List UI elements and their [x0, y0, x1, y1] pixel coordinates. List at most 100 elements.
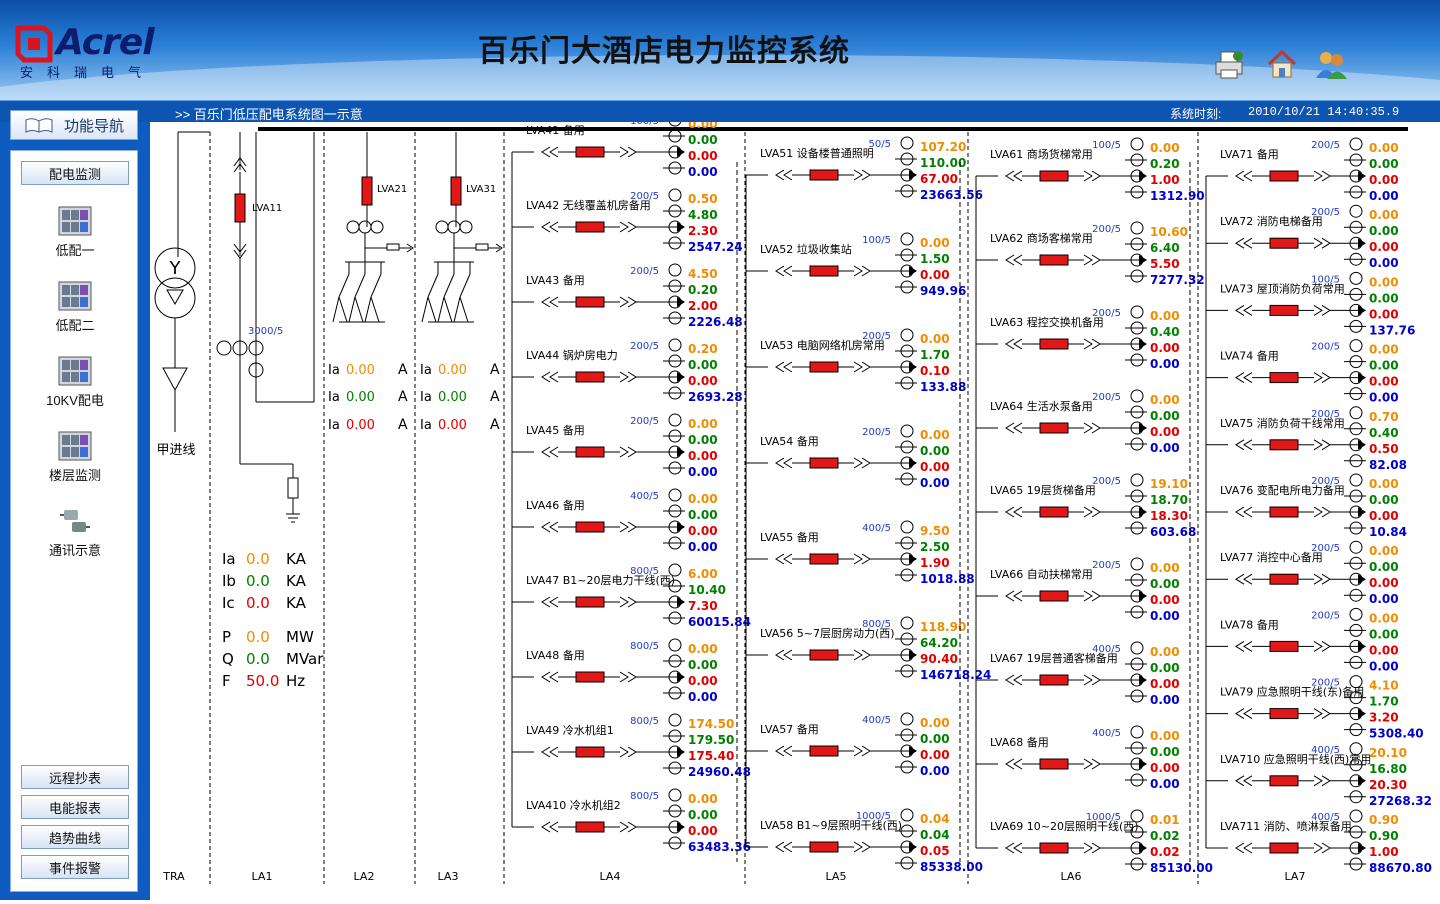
feeder-lva79[interactable]: LVA79 应急照明干线(东)备用200/5 4.10 1.70 3.20 5308.4…: [1206, 675, 1424, 741]
feeder-ct-ratio: 800/5: [630, 716, 659, 727]
feeder-breaker: [575, 596, 605, 608]
feeder-lva71[interactable]: LVA71 备用 200/5 0.00 0.00 0.00 0.00: [1206, 137, 1399, 203]
feeder-value-2: 0.40: [1369, 426, 1399, 440]
feeder-name: LVA57 备用: [760, 722, 819, 736]
disconnect-symbol: [1235, 170, 1253, 182]
feeder-lva63[interactable]: LVA63 程控交换机备用200/5 0.00 0.40 0.00 0.00: [976, 305, 1180, 371]
sidebar-item-5[interactable]: 通讯示意: [11, 506, 139, 559]
feeder-lva42[interactable]: LVA42 无线覆盖机房备用200/5 0.504.802.302547.24: [512, 188, 743, 254]
ct-symbol: [1349, 339, 1363, 353]
ct-symbol: [1130, 389, 1144, 403]
feeder-lva69[interactable]: LVA69 10~20层照明干线(西)1000/5 0.010.020.02851…: [976, 809, 1213, 875]
feeder-value-3: 0.02: [1150, 845, 1180, 859]
feeder-value-3: 20.30: [1369, 778, 1407, 792]
feeder-lva710[interactable]: LVA710 应急照明干线(西)常用400/5 20.10 16.80 20.30 27…: [1206, 742, 1432, 808]
feeder-value-2: 0.20: [1150, 157, 1180, 171]
feeder-lva51[interactable]: LVA51 设备楼普通照明50/5 107.20 110.00 67.00 23663.…: [746, 136, 983, 202]
sidebar-item-label: 通讯示意: [48, 543, 101, 558]
feeder-name: LVA54 备用: [760, 434, 819, 448]
feeder-lva78[interactable]: LVA78 备用 200/5 0.00 0.00 0.00 0.00: [1206, 607, 1399, 673]
home-icon[interactable]: [1265, 48, 1299, 80]
header: Acrel 安科瑞电气 百乐门大酒店电力监控系统: [0, 0, 1440, 100]
ct-symbol: [346, 220, 360, 234]
side-panel: 配电监测 低配一低配二 10KV配电 楼层监测通讯示意 远程抄表 电能报表 趋势曲线…: [10, 150, 138, 892]
disconnect-symbol: [853, 169, 871, 181]
feeder-lva55[interactable]: LVA55 备用 400/5 9.50 2.50 1.90 1018.88: [746, 520, 975, 586]
feeder-lva77[interactable]: LVA77 消控中心备用200/5 0.00 0.00 0.00 0.00: [1206, 540, 1399, 606]
feeder-value-3: 0.10: [920, 364, 950, 378]
la2-reading-value: 0.00: [346, 390, 375, 405]
feeder-ct-ratio: 200/5: [1092, 560, 1121, 571]
feeder-lva711[interactable]: LVA711 消防、喷淋泵备用400/5 0.900.901.0088670.80: [1206, 809, 1432, 875]
feeder-lva56[interactable]: LVA56 5~7层厨房动力(西)800/5 118.9064.2090.4014…: [746, 616, 991, 682]
feeder-value-1: 0.00: [1369, 275, 1399, 289]
event-alarm-button[interactable]: 事件报警: [21, 855, 129, 879]
feeder-lva64[interactable]: LVA64 生活水泵备用200/5 0.00 0.00 0.00 0.00: [976, 389, 1180, 455]
feeder-lva73[interactable]: LVA73 屋顶消防负荷常用100/5 0.000.000.00137.76: [1206, 271, 1415, 337]
feeder-lva61[interactable]: LVA61 商场货梯常用100/5 0.00 0.20 1.00 1312.90: [976, 137, 1205, 203]
sidebar-item-4[interactable]: 楼层监测: [11, 431, 139, 484]
power-monitor-button[interactable]: 配电监测: [21, 161, 129, 185]
feeder-lva62[interactable]: LVA62 商场客梯常用200/5 10.60 6.40 5.50 7277.32: [976, 221, 1205, 287]
disconnect-symbol: [1083, 758, 1101, 770]
feeder-lva65[interactable]: LVA65 19层货梯备用200/5 19.10 18.70 18.30 603.68: [976, 473, 1196, 539]
feeder-value-4: 0.00: [1369, 256, 1399, 270]
feeder-ct-ratio: 200/5: [1092, 476, 1121, 487]
feeder-lva54[interactable]: LVA54 备用 200/5 0.00 0.00 0.00 0.00: [746, 424, 950, 490]
disconnect-symbol: [619, 746, 637, 758]
printer-icon[interactable]: [1212, 48, 1246, 80]
feeder-value-1: 10.60: [1150, 225, 1188, 239]
sidebar-item-2[interactable]: 低配二: [11, 281, 139, 334]
feeder-lva48[interactable]: LVA48 备用 800/5 0.00 0.00 0.00 0.00: [512, 638, 718, 704]
feeder-lva45[interactable]: LVA45 备用 200/5 0.00 0.00 0.00 0.00: [512, 413, 718, 479]
feeder-lva76[interactable]: LVA76 变配电所电力备用200/5 0.000.000.0010.84: [1206, 473, 1407, 539]
feeder-lva410[interactable]: LVA410 冷水机组2 800/5 0.00 0.00 0.00 63483.36: [512, 788, 751, 854]
feeder-lva57[interactable]: LVA57 备用 400/5 0.00 0.00 0.00 0.00: [746, 712, 950, 778]
feeder-breaker: [1269, 506, 1299, 518]
feeder-lva68[interactable]: LVA68 备用 400/5 0.00 0.00 0.00 0.00: [976, 725, 1180, 791]
feeder-lva72[interactable]: LVA72 消防电梯备用200/5 0.00 0.00 0.00 0.00: [1206, 204, 1399, 270]
reading-name-ia: Ia: [222, 550, 236, 568]
disconnect-symbol: [1005, 758, 1023, 770]
feeder-lva44[interactable]: LVA44 锅炉房电力 200/5 0.20 0.00 0.00 2693.28: [512, 338, 743, 404]
trend-curve-button[interactable]: 趋势曲线: [21, 825, 129, 849]
feeder-value-4: 10.84: [1369, 525, 1407, 539]
main-busbar: [258, 127, 1408, 131]
sidebar-item-3[interactable]: 10KV配电: [11, 356, 139, 409]
feeder-value-2: 1.50: [920, 252, 950, 266]
feeder-lva53[interactable]: LVA53 电脑网络机房常用200/5 0.001.700.10133.88: [746, 328, 966, 394]
feeder-lva52[interactable]: LVA52 垃圾收集站 100/5 0.00 1.50 0.00 949.96: [746, 232, 966, 298]
feeder-name: LVA43 备用: [526, 273, 585, 287]
la2-reading-value: 0.00: [346, 418, 375, 433]
feeder-lva46[interactable]: LVA46 备用 400/5 0.00 0.00 0.00 0.00: [512, 488, 718, 554]
users-icon[interactable]: [1314, 48, 1348, 80]
feeder-breaker: [575, 671, 605, 683]
feeder-lva66[interactable]: LVA66 自动扶梯常用200/5 0.00 0.00 0.00 0.00: [976, 557, 1180, 623]
feeder-lva49[interactable]: LVA49 冷水机组1 800/5 174.50 179.50 175.40 24960.…: [512, 713, 751, 779]
reading-unit-q: MVar: [286, 650, 324, 668]
feeder-lva75[interactable]: LVA75 消防负荷干线常用200/5 0.700.400.5082.08: [1206, 406, 1407, 472]
feeder-breaker: [1269, 372, 1299, 384]
energy-report-button[interactable]: 电能报表: [21, 795, 129, 819]
disconnect-symbol: [1235, 640, 1253, 652]
feeder-lva43[interactable]: LVA43 备用 200/5 4.50 0.20 2.00 2226.48: [512, 263, 743, 329]
feeder-lva74[interactable]: LVA74 备用 200/5 0.00 0.00 0.00 0.00: [1206, 339, 1399, 405]
feeder-value-1: 4.10: [1369, 679, 1399, 693]
disconnect-symbol: [1313, 439, 1331, 451]
remote-meter-button[interactable]: 远程抄表: [21, 765, 129, 789]
disconnect-symbol: [619, 371, 637, 383]
ct-symbol: [459, 220, 473, 234]
disconnect-symbol: [619, 221, 637, 233]
disconnect-symbol: [541, 296, 559, 308]
ct-symbol: [1130, 137, 1144, 151]
feeder-value-1: 0.00: [1150, 729, 1180, 743]
ct-symbol: [1130, 305, 1144, 319]
feeder-lva47[interactable]: LVA47 B1~20层电力干线(西)800/5 6.0010.407.30600…: [512, 563, 751, 629]
function-nav-title[interactable]: 功能导航: [10, 110, 138, 140]
sidebar-item-1[interactable]: 低配一: [11, 206, 139, 259]
disconnect-symbol: [853, 265, 871, 277]
feeder-value-3: 0.00: [1369, 307, 1399, 321]
feeder-lva67[interactable]: LVA67 19层普通客梯备用400/5 0.000.000.000.00: [976, 641, 1180, 707]
feeder-lva58[interactable]: LVA58 B1~9层照明干线(西)1000/5 0.040.040.058533…: [746, 808, 983, 874]
feeder-value-2: 4.80: [688, 208, 718, 222]
